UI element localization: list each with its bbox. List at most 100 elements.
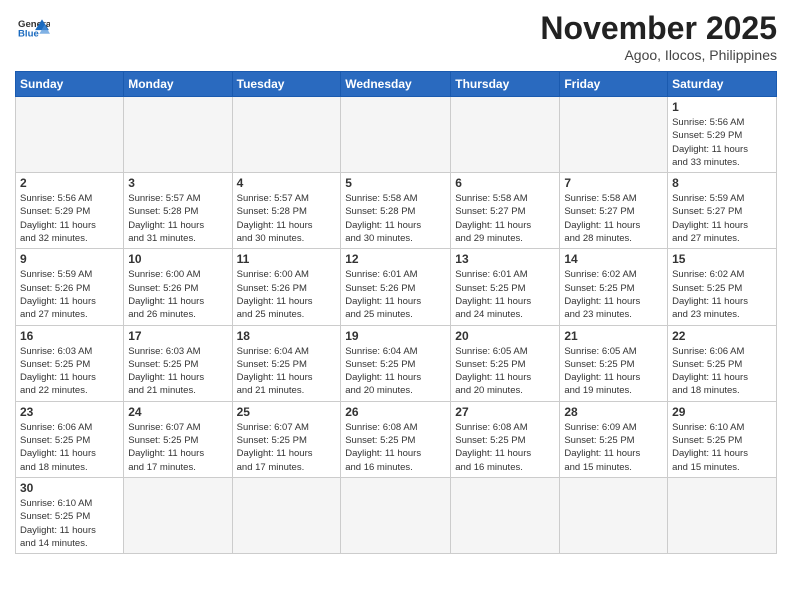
day-cell: 7 Sunrise: 5:58 AMSunset: 5:27 PMDaylight… [560,173,668,249]
day-cell [560,97,668,173]
day-cell: 8Sunrise: 5:59 AMSunset: 5:27 PMDaylight… [668,173,777,249]
day-number: 5 [345,176,446,190]
day-number: 20 [455,329,555,343]
week-row-3: 16 Sunrise: 6:03 AMSunset: 5:25 PMDayligh… [16,325,777,401]
day-cell [451,97,560,173]
day-cell [668,477,777,553]
day-info: Sunrise: 6:05 AMSunset: 5:25 PMDaylight:… [455,345,555,398]
day-cell: 20 Sunrise: 6:05 AMSunset: 5:25 PMDayligh… [451,325,560,401]
day-number: 10 [128,252,227,266]
day-cell [560,477,668,553]
day-cell [341,477,451,553]
day-info: Sunrise: 5:57 AMSunset: 5:28 PMDaylight:… [237,192,337,245]
header: General Blue November 2025 Agoo, Ilocos,… [15,10,777,63]
day-cell: 3 Sunrise: 5:57 AMSunset: 5:28 PMDaylight… [124,173,232,249]
day-cell: 13 Sunrise: 6:01 AMSunset: 5:25 PMDayligh… [451,249,560,325]
day-cell: 5 Sunrise: 5:58 AMSunset: 5:28 PMDaylight… [341,173,451,249]
day-cell: 21Sunrise: 6:05 AMSunset: 5:25 PMDayligh… [560,325,668,401]
day-number: 21 [564,329,663,343]
week-row-1: 2Sunrise: 5:56 AMSunset: 5:29 PMDaylight… [16,173,777,249]
day-cell: 29Sunrise: 6:10 AMSunset: 5:25 PMDayligh… [668,401,777,477]
day-cell: 14 Sunrise: 6:02 AMSunset: 5:25 PMDayligh… [560,249,668,325]
weekday-header-thursday: Thursday [451,72,560,97]
day-cell: 23 Sunrise: 6:06 AMSunset: 5:25 PMDayligh… [16,401,124,477]
day-cell: 27 Sunrise: 6:08 AMSunset: 5:25 PMDayligh… [451,401,560,477]
day-info: Sunrise: 5:57 AMSunset: 5:28 PMDaylight:… [128,192,227,245]
day-info: Sunrise: 6:09 AMSunset: 5:25 PMDaylight:… [564,421,663,474]
weekday-header-row: SundayMondayTuesdayWednesdayThursdayFrid… [16,72,777,97]
day-number: 17 [128,329,227,343]
week-row-0: 1 Sunrise: 5:56 AMSunset: 5:29 PMDaylight… [16,97,777,173]
day-info: Sunrise: 6:03 AMSunset: 5:25 PMDaylight:… [128,345,227,398]
day-cell: 6 Sunrise: 5:58 AMSunset: 5:27 PMDaylight… [451,173,560,249]
day-number: 29 [672,405,772,419]
day-info: Sunrise: 5:56 AMSunset: 5:29 PMDaylight:… [672,116,772,169]
logo-text: General Blue [15,15,50,48]
weekday-header-tuesday: Tuesday [232,72,341,97]
day-info: Sunrise: 6:00 AMSunset: 5:26 PMDaylight:… [128,268,227,321]
day-cell: 17 Sunrise: 6:03 AMSunset: 5:25 PMDayligh… [124,325,232,401]
svg-text:Blue: Blue [18,28,39,39]
day-number: 13 [455,252,555,266]
day-info: Sunrise: 6:07 AMSunset: 5:25 PMDaylight:… [128,421,227,474]
day-info: Sunrise: 6:06 AMSunset: 5:25 PMDaylight:… [20,421,119,474]
day-cell: 25 Sunrise: 6:07 AMSunset: 5:25 PMDayligh… [232,401,341,477]
day-number: 12 [345,252,446,266]
day-cell: 24 Sunrise: 6:07 AMSunset: 5:25 PMDayligh… [124,401,232,477]
day-number: 16 [20,329,119,343]
day-info: Sunrise: 5:58 AMSunset: 5:27 PMDaylight:… [564,192,663,245]
day-number: 24 [128,405,227,419]
day-info: Sunrise: 6:08 AMSunset: 5:25 PMDaylight:… [455,421,555,474]
day-info: Sunrise: 6:08 AMSunset: 5:25 PMDaylight:… [345,421,446,474]
day-info: Sunrise: 5:58 AMSunset: 5:27 PMDaylight:… [455,192,555,245]
calendar-table: SundayMondayTuesdayWednesdayThursdayFrid… [15,71,777,554]
day-number: 8 [672,176,772,190]
day-info: Sunrise: 6:10 AMSunset: 5:25 PMDaylight:… [20,497,119,550]
day-number: 25 [237,405,337,419]
day-number: 4 [237,176,337,190]
day-cell: 4 Sunrise: 5:57 AMSunset: 5:28 PMDaylight… [232,173,341,249]
day-number: 1 [672,100,772,114]
week-row-5: 30Sunrise: 6:10 AMSunset: 5:25 PMDayligh… [16,477,777,553]
day-cell: 28 Sunrise: 6:09 AMSunset: 5:25 PMDayligh… [560,401,668,477]
day-number: 3 [128,176,227,190]
day-cell [124,477,232,553]
weekday-header-friday: Friday [560,72,668,97]
day-number: 7 [564,176,663,190]
day-info: Sunrise: 5:58 AMSunset: 5:28 PMDaylight:… [345,192,446,245]
day-info: Sunrise: 5:56 AMSunset: 5:29 PMDaylight:… [20,192,119,245]
day-number: 11 [237,252,337,266]
day-cell [341,97,451,173]
day-info: Sunrise: 6:01 AMSunset: 5:26 PMDaylight:… [345,268,446,321]
day-info: Sunrise: 6:00 AMSunset: 5:26 PMDaylight:… [237,268,337,321]
day-number: 23 [20,405,119,419]
day-info: Sunrise: 6:07 AMSunset: 5:25 PMDaylight:… [237,421,337,474]
day-number: 27 [455,405,555,419]
day-number: 22 [672,329,772,343]
weekday-header-saturday: Saturday [668,72,777,97]
day-info: Sunrise: 6:01 AMSunset: 5:25 PMDaylight:… [455,268,555,321]
day-info: Sunrise: 6:04 AMSunset: 5:25 PMDaylight:… [237,345,337,398]
day-number: 9 [20,252,119,266]
day-cell: 10 Sunrise: 6:00 AMSunset: 5:26 PMDayligh… [124,249,232,325]
location-title: Agoo, Ilocos, Philippines [540,47,777,63]
day-number: 6 [455,176,555,190]
day-cell: 30Sunrise: 6:10 AMSunset: 5:25 PMDayligh… [16,477,124,553]
week-row-4: 23 Sunrise: 6:06 AMSunset: 5:25 PMDayligh… [16,401,777,477]
day-cell [124,97,232,173]
day-number: 28 [564,405,663,419]
day-cell [232,97,341,173]
day-number: 26 [345,405,446,419]
day-cell: 1 Sunrise: 5:56 AMSunset: 5:29 PMDaylight… [668,97,777,173]
day-number: 14 [564,252,663,266]
day-number: 18 [237,329,337,343]
day-info: Sunrise: 6:04 AMSunset: 5:25 PMDaylight:… [345,345,446,398]
day-cell: 9Sunrise: 5:59 AMSunset: 5:26 PMDaylight… [16,249,124,325]
title-block: November 2025 Agoo, Ilocos, Philippines [540,10,777,63]
day-info: Sunrise: 6:02 AMSunset: 5:25 PMDaylight:… [564,268,663,321]
day-cell: 18 Sunrise: 6:04 AMSunset: 5:25 PMDayligh… [232,325,341,401]
day-info: Sunrise: 6:02 AMSunset: 5:25 PMDaylight:… [672,268,772,321]
day-cell: 16Sunrise: 6:03 AMSunset: 5:25 PMDayligh… [16,325,124,401]
weekday-header-monday: Monday [124,72,232,97]
day-number: 19 [345,329,446,343]
